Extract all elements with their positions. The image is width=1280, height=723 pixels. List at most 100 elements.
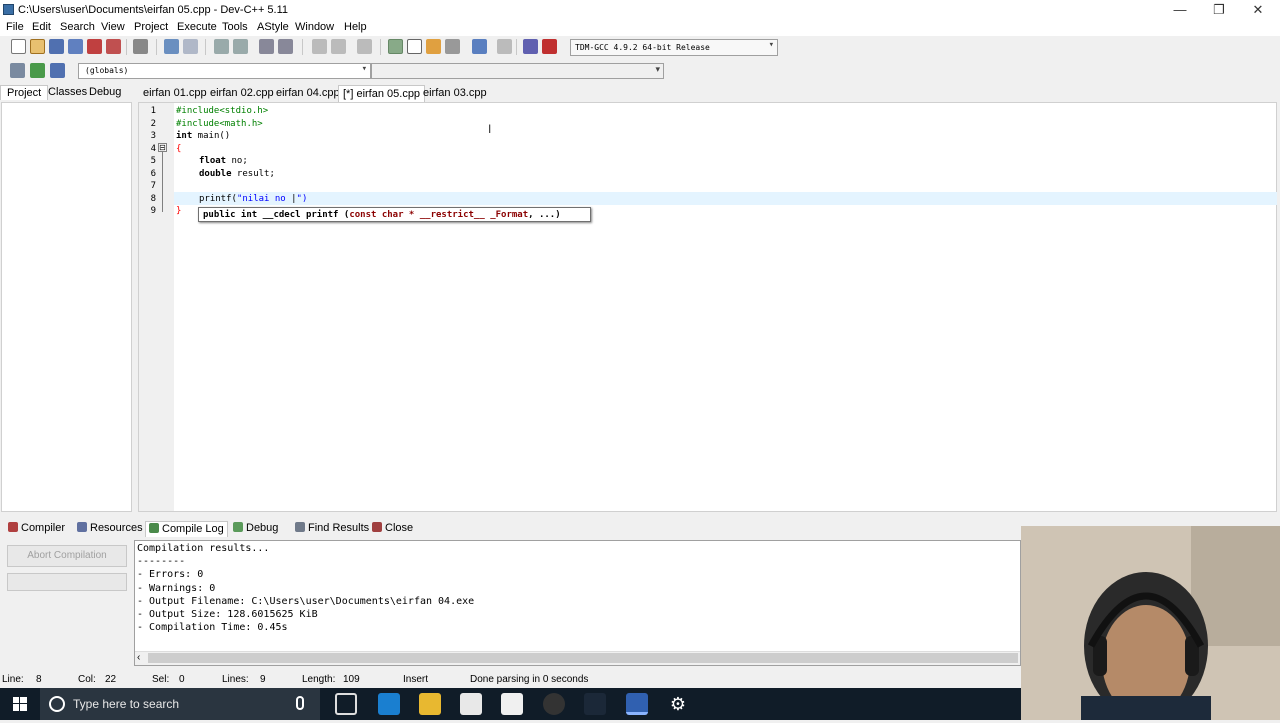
chevron-down-icon: ▾ <box>768 40 774 50</box>
microphone-icon[interactable] <box>296 696 304 710</box>
check-syntax-icon[interactable] <box>472 39 487 54</box>
mail-icon[interactable] <box>501 693 523 715</box>
current-line-highlight <box>174 192 1277 205</box>
tab-eirfan-03[interactable]: eirfan 03.cpp <box>419 85 491 102</box>
tab-eirfan-05[interactable]: [*] eirfan 05.cpp <box>338 85 426 102</box>
stop-icon[interactable] <box>497 39 512 54</box>
tab-project[interactable]: Project <box>0 85 49 100</box>
menu-search[interactable]: Search <box>60 21 95 33</box>
class-browser-icon[interactable] <box>426 39 441 54</box>
menu-tools[interactable]: Tools <box>222 21 248 33</box>
unindent-icon[interactable] <box>278 39 293 54</box>
menu-help[interactable]: Help <box>344 21 367 33</box>
replace-icon[interactable] <box>233 39 248 54</box>
menu-execute[interactable]: Execute <box>177 21 217 33</box>
file-tabs: eirfan 01.cpp eirfan 02.cpp eirfan 04.cp… <box>138 84 1278 102</box>
abort-compilation-button[interactable]: Abort Compilation <box>7 545 127 567</box>
tab-find-results[interactable]: Find Results <box>292 521 372 537</box>
code-editor[interactable] <box>138 102 1277 512</box>
fold-toggle[interactable]: ⊟ <box>158 143 167 152</box>
log-line: - Output Filename: C:\Users\user\Documen… <box>137 596 475 607</box>
status-col-value: 22 <box>105 674 117 685</box>
preprocessor-text: #include<math.h> <box>176 119 263 129</box>
file-explorer-icon[interactable] <box>419 693 441 715</box>
new-project-icon[interactable] <box>388 39 403 54</box>
new-file-icon[interactable] <box>11 39 26 54</box>
code-text: result; <box>231 169 275 179</box>
status-line-label: Line: <box>2 674 24 685</box>
close-panel-icon <box>372 522 382 532</box>
window-title: C:\Users\user\Documents\eirfan 05.cpp - … <box>18 4 289 16</box>
save-icon[interactable] <box>49 39 64 54</box>
status-bar: Line: 8 Col: 22 Sel: 0 Lines: 9 Length: … <box>0 670 1020 688</box>
steam-icon[interactable] <box>584 693 606 715</box>
open-file-icon[interactable] <box>30 39 45 54</box>
bookmark-prev-icon[interactable] <box>312 39 327 54</box>
app-circle-icon[interactable] <box>543 693 565 715</box>
task-view-icon[interactable] <box>335 693 357 715</box>
menu-view[interactable]: View <box>101 21 125 33</box>
menu-astyle[interactable]: AStyle <box>257 21 289 33</box>
tab-resources[interactable]: Resources <box>74 521 146 537</box>
bookmark-next-icon[interactable] <box>331 39 346 54</box>
close-all-icon[interactable] <box>106 39 121 54</box>
tab-label: Find Results <box>308 522 370 534</box>
log-line: - Warnings: 0 <box>137 583 216 594</box>
signature-tooltip: public int __cdecl printf (const char * … <box>198 207 591 222</box>
line-number: 3 <box>150 131 156 141</box>
grid-icon[interactable] <box>445 39 460 54</box>
code-line-1: #include<stdio.h> <box>176 106 268 116</box>
tooltip-signature: public int __cdecl printf ( <box>203 210 350 220</box>
goto-icon[interactable] <box>10 63 25 78</box>
indent-icon[interactable] <box>259 39 274 54</box>
chart-icon[interactable] <box>523 39 538 54</box>
devcpp-taskbar-icon[interactable] <box>626 693 648 715</box>
code-line-3: int main() <box>176 131 230 141</box>
store-icon[interactable] <box>460 693 482 715</box>
tab-eirfan-04[interactable]: eirfan 04.cpp <box>272 85 344 102</box>
find-icon[interactable] <box>214 39 229 54</box>
line-number: 7 <box>150 181 156 191</box>
scrollbar-thumb[interactable] <box>148 653 1018 663</box>
tab-compiler[interactable]: Compiler <box>5 521 68 537</box>
save-all-icon[interactable] <box>68 39 83 54</box>
code-line-6: double result; <box>199 169 275 179</box>
settings-gear-icon[interactable]: ⚙ <box>667 693 689 715</box>
line-number: 5 <box>150 156 156 166</box>
function-select[interactable]: ▾ <box>371 63 664 79</box>
start-button[interactable] <box>0 688 40 720</box>
edge-icon[interactable] <box>378 693 400 715</box>
tab-classes[interactable]: Classes <box>48 86 87 98</box>
scroll-left-icon[interactable]: ‹ <box>137 652 140 663</box>
brace: } <box>176 206 182 216</box>
close-file-icon[interactable] <box>87 39 102 54</box>
menu-edit[interactable]: Edit <box>32 21 51 33</box>
insert-icon[interactable] <box>30 63 45 78</box>
window-icon[interactable] <box>407 39 422 54</box>
status-lines-label: Lines: <box>222 674 249 685</box>
project-panel[interactable] <box>1 102 132 512</box>
tab-compile-log[interactable]: Compile Log <box>145 521 228 537</box>
tab-debug-bottom[interactable]: Debug <box>230 521 281 537</box>
profile-icon[interactable] <box>542 39 557 54</box>
print-icon[interactable] <box>133 39 148 54</box>
toolbar-separator <box>516 39 517 55</box>
menu-file[interactable]: File <box>6 21 24 33</box>
code-line-5: float no; <box>199 156 248 166</box>
tab-eirfan-01[interactable]: eirfan 01.cpp <box>139 85 211 102</box>
toggle-bookmark-icon[interactable] <box>357 39 372 54</box>
menu-project[interactable]: Project <box>134 21 168 33</box>
tab-eirfan-02[interactable]: eirfan 02.cpp <box>206 85 278 102</box>
toggle-icon[interactable] <box>50 63 65 78</box>
menu-window[interactable]: Window <box>295 21 334 33</box>
undo-icon[interactable] <box>164 39 179 54</box>
tab-close[interactable]: Close <box>369 521 416 537</box>
compiler-select[interactable]: TDM-GCC 4.9.2 64-bit Release ▾ <box>570 39 778 56</box>
tab-debug[interactable]: Debug <box>89 86 121 98</box>
close-window-button[interactable]: ✕ <box>1235 0 1280 20</box>
redo-icon[interactable] <box>183 39 198 54</box>
status-mode: Insert <box>403 674 429 685</box>
scope-select[interactable]: (globals) ▾ <box>78 63 371 79</box>
status-lines-value: 9 <box>260 674 266 685</box>
status-sel-value: 0 <box>179 674 185 685</box>
